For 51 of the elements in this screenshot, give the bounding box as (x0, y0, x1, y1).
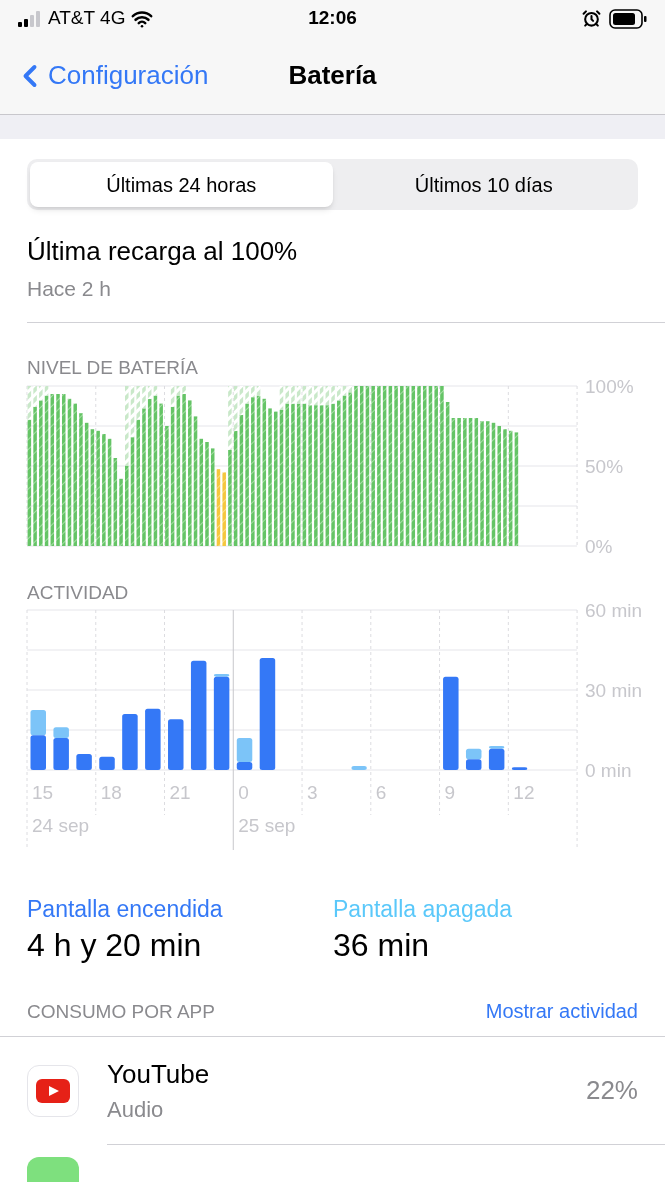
activity-bar (168, 719, 184, 770)
segment-tab[interactable]: Últimos 10 días (332, 162, 635, 207)
activity-bar (30, 735, 46, 770)
last-charge-time: Hace 2 h (27, 276, 113, 302)
axis-label: 6 (375, 782, 387, 803)
activity-bar (466, 748, 482, 760)
date-label: 24 sep (32, 815, 90, 836)
segment-tab[interactable]: Últimas 24 horas (30, 162, 333, 207)
status-time: 12:06 (308, 6, 357, 31)
summary-label: Pantalla apagada (333, 895, 513, 923)
activity-bar (351, 766, 367, 770)
axis-label: 50% (585, 456, 624, 477)
section-header: ACTIVIDAD (26, 583, 130, 603)
axis-label: 0 min (585, 760, 632, 781)
section-header: NIVEL DE BATERÍA (26, 358, 200, 378)
axis-label: 18 (100, 782, 122, 803)
activity-bar (99, 756, 115, 770)
axis-label: 0% (585, 536, 613, 557)
axis-label: 9 (444, 782, 456, 803)
axis-label: 30 min (585, 680, 643, 701)
last-charge-title: Última recarga al 100% (27, 235, 299, 267)
summary-value: 36 min (333, 926, 431, 965)
summary-label: Pantalla encendida (27, 895, 224, 923)
back-button[interactable]: Configuración (12, 56, 209, 95)
date-label: 25 sep (238, 815, 296, 836)
show-activity-link[interactable]: Mostrar actividad (485, 996, 638, 1026)
activity-bar (145, 708, 161, 770)
activity-bar (466, 759, 482, 770)
app-name: YouTube (107, 1057, 210, 1090)
battery-icon (609, 8, 647, 29)
axis-label: 100% (585, 378, 634, 397)
axis-label: 15 (32, 782, 54, 803)
activity-bar (30, 710, 46, 736)
app-icon (27, 1065, 79, 1117)
section-header: CONSUMO POR APP (27, 999, 215, 1024)
axis-label: 3 (307, 782, 318, 803)
activity-bar (122, 714, 138, 770)
alarm-icon (582, 9, 601, 28)
carrier-label: AT&T 4G (48, 6, 126, 31)
activity-bar (511, 767, 528, 770)
app-row[interactable]: YouTube Audio 22% (0, 1037, 665, 1145)
signal-icon (18, 10, 42, 27)
axis-label: 12 (513, 782, 535, 803)
axis-label: 21 (169, 782, 191, 803)
app-percent: 22% (585, 1074, 638, 1107)
axis-label: 60 min (585, 603, 643, 621)
summary-value: 4 h y 20 min (27, 926, 203, 965)
app-detail: Audio (107, 1095, 165, 1124)
page-title: Batería (288, 59, 377, 92)
axis-label: 0 (238, 782, 249, 803)
activity-bar (76, 754, 92, 770)
